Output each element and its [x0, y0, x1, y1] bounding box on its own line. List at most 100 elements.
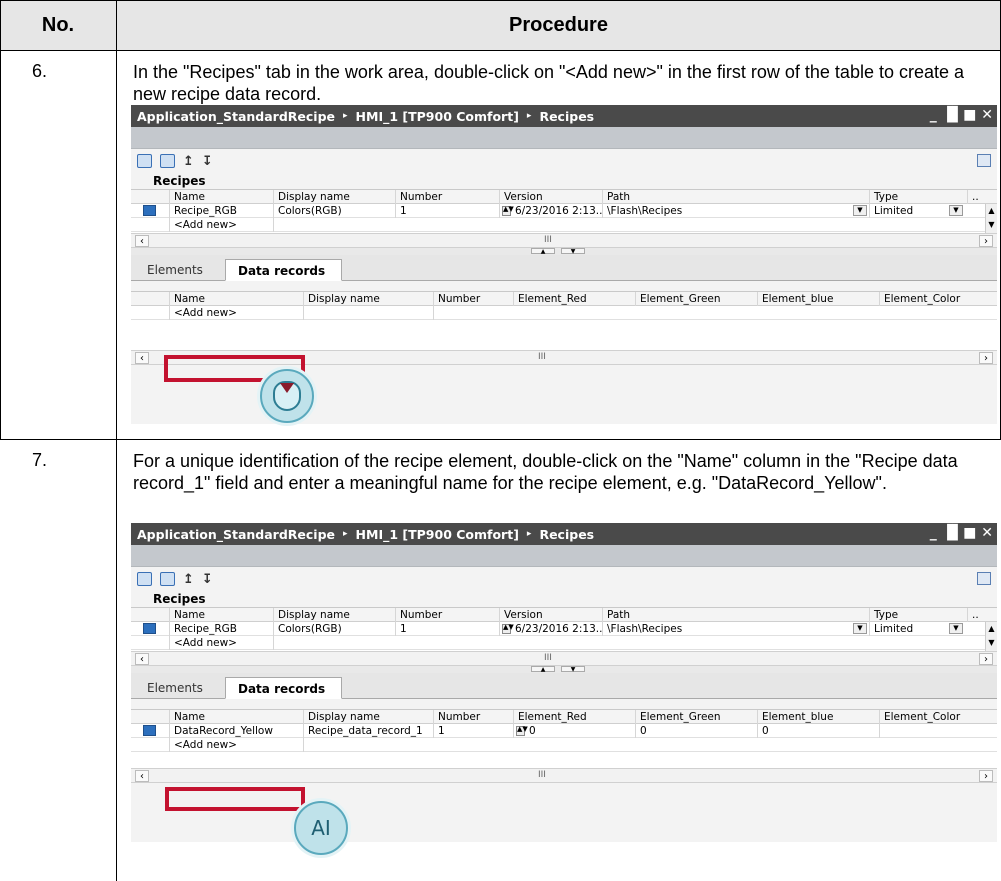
insert-row-icon[interactable]	[160, 572, 175, 586]
records-col-element-red[interactable]: Element_Red	[513, 292, 635, 306]
path-dropdown-icon[interactable]: ▼	[853, 623, 867, 634]
panel-toggle-icon[interactable]	[977, 154, 991, 167]
record-red-cell[interactable]: ▲▼0	[513, 724, 635, 738]
scroll-thumb[interactable]: III	[538, 352, 546, 362]
add-row-icon[interactable]	[137, 572, 152, 586]
tab-elements[interactable]: Elements	[135, 259, 215, 281]
scroll-left-icon[interactable]: ‹	[135, 770, 149, 782]
scroll-thumb[interactable]: III	[544, 235, 552, 245]
table-row[interactable]: Recipe_RGB Colors(RGB) 1 ▲▼6/23/2016 2:1…	[131, 622, 997, 636]
recipes-col-version[interactable]: Version	[499, 190, 602, 204]
recipes-col-name[interactable]: Name	[169, 190, 273, 204]
splitter-up-icon[interactable]: ▲	[531, 248, 555, 255]
type-dropdown-icon[interactable]: ▼	[949, 623, 963, 634]
recipe-path-cell[interactable]: \Flash\Recipes	[602, 622, 869, 636]
scroll-left-icon[interactable]: ‹	[135, 235, 149, 247]
records-add-new-cell[interactable]: <Add new>	[169, 306, 303, 320]
pane-splitter[interactable]: ▲ ▼	[131, 666, 997, 673]
tab-data-records[interactable]: Data records	[225, 677, 342, 699]
splitter-down-icon[interactable]: ▼	[561, 666, 585, 673]
scroll-right-icon[interactable]: ›	[979, 235, 993, 247]
table-row[interactable]: <Add new>	[131, 218, 997, 232]
recipes-horizontal-scrollbar[interactable]: ‹ III ›	[131, 651, 997, 666]
breadcrumb-project[interactable]: Application_StandardRecipe	[137, 109, 335, 124]
records-col-element-blue[interactable]: Element_blue	[757, 292, 879, 306]
move-up-icon[interactable]: ↥	[183, 572, 194, 587]
record-blue-cell[interactable]: 0	[757, 724, 879, 738]
table-row[interactable]: <Add new>	[131, 306, 997, 320]
records-horizontal-scrollbar[interactable]: ‹ III ›	[131, 768, 997, 783]
recipe-display-cell[interactable]: Colors(RGB)	[273, 204, 395, 218]
type-dropdown-icon[interactable]: ▼	[949, 205, 963, 216]
scroll-right-icon[interactable]: ›	[979, 352, 993, 364]
records-col-name[interactable]: Name	[169, 710, 303, 724]
recipes-col-number[interactable]: Number	[395, 190, 499, 204]
recipe-version-cell[interactable]: ▲▼6/23/2016 2:13...	[499, 622, 602, 636]
tab-data-records[interactable]: Data records	[225, 259, 342, 281]
breadcrumb-recipes[interactable]: Recipes	[539, 109, 594, 124]
recipe-version-cell[interactable]: ▲▼6/23/2016 2:13...	[499, 204, 602, 218]
records-col-element-green[interactable]: Element_Green	[635, 292, 757, 306]
records-col-display-name[interactable]: Display name	[303, 292, 433, 306]
splitter-down-icon[interactable]: ▼	[561, 248, 585, 255]
recipe-name-cell[interactable]: Recipe_RGB	[169, 622, 273, 636]
recipes-col-type[interactable]: Type	[869, 608, 967, 622]
panel-toggle-icon[interactable]	[977, 572, 991, 585]
recipes-col-name[interactable]: Name	[169, 608, 273, 622]
recipes-col-type[interactable]: Type	[869, 190, 967, 204]
records-col-name[interactable]: Name	[169, 292, 303, 306]
record-green-cell[interactable]: 0	[635, 724, 757, 738]
recipe-path-cell[interactable]: \Flash\Recipes	[602, 204, 869, 218]
pane-splitter[interactable]: ▲ ▼	[131, 248, 997, 255]
recipes-col-number[interactable]: Number	[395, 608, 499, 622]
recipes-col-display-name[interactable]: Display name	[273, 608, 395, 622]
recipes-col-version[interactable]: Version	[499, 608, 602, 622]
records-col-element-color[interactable]: Element_Color	[879, 292, 997, 306]
add-row-icon[interactable]	[137, 154, 152, 168]
records-col-element-color[interactable]: Element_Color	[879, 710, 997, 724]
recipe-number-cell[interactable]: 1	[395, 622, 499, 636]
records-col-number[interactable]: Number	[433, 292, 513, 306]
splitter-up-icon[interactable]: ▲	[531, 666, 555, 673]
scroll-left-icon[interactable]: ‹	[135, 352, 149, 364]
tab-elements[interactable]: Elements	[135, 677, 215, 699]
record-name-cell[interactable]: DataRecord_Yellow	[169, 724, 303, 738]
move-down-icon[interactable]: ↧	[202, 572, 213, 587]
records-col-element-red[interactable]: Element_Red	[513, 710, 635, 724]
recipes-col-path[interactable]: Path	[602, 608, 869, 622]
spin-icon[interactable]: ▲▼	[502, 206, 514, 216]
window-controls[interactable]: _ ▐▌■ ✕	[930, 107, 993, 123]
recipes-col-display-name[interactable]: Display name	[273, 190, 395, 204]
record-color-cell[interactable]	[879, 724, 997, 738]
record-display-cell[interactable]: Recipe_data_record_1	[303, 724, 433, 738]
table-row[interactable]: Recipe_RGB Colors(RGB) 1 ▲▼6/23/2016 2:1…	[131, 204, 997, 218]
recipes-col-more[interactable]: ..	[967, 190, 997, 204]
records-col-element-blue[interactable]: Element_blue	[757, 710, 879, 724]
records-col-element-green[interactable]: Element_Green	[635, 710, 757, 724]
path-dropdown-icon[interactable]: ▼	[853, 205, 867, 216]
scroll-right-icon[interactable]: ›	[979, 653, 993, 665]
record-number-cell[interactable]: 1	[433, 724, 513, 738]
recipe-name-cell[interactable]: Recipe_RGB	[169, 204, 273, 218]
records-col-display-name[interactable]: Display name	[303, 710, 433, 724]
scroll-left-icon[interactable]: ‹	[135, 653, 149, 665]
breadcrumb-project[interactable]: Application_StandardRecipe	[137, 527, 335, 542]
move-down-icon[interactable]: ↧	[202, 154, 213, 169]
scroll-right-icon[interactable]: ›	[979, 770, 993, 782]
scroll-thumb[interactable]: III	[544, 653, 552, 663]
scroll-thumb[interactable]: III	[538, 770, 546, 780]
breadcrumb-device[interactable]: HMI_1 [TP900 Comfort]	[356, 527, 519, 542]
recipes-add-new-cell[interactable]: <Add new>	[169, 636, 273, 650]
recipes-col-path[interactable]: Path	[602, 190, 869, 204]
breadcrumb-device[interactable]: HMI_1 [TP900 Comfort]	[356, 109, 519, 124]
table-row[interactable]: <Add new>	[131, 738, 997, 752]
breadcrumb-recipes[interactable]: Recipes	[539, 527, 594, 542]
spin-icon[interactable]: ▲▼	[502, 624, 514, 634]
recipes-vertical-scrollbar[interactable]: ▲ ▼	[985, 204, 997, 233]
table-row[interactable]: <Add new>	[131, 636, 997, 650]
recipe-display-cell[interactable]: Colors(RGB)	[273, 622, 395, 636]
move-up-icon[interactable]: ↥	[183, 154, 194, 169]
recipes-horizontal-scrollbar[interactable]: ‹ III ›	[131, 233, 997, 248]
window-controls[interactable]: _ ▐▌■ ✕	[930, 525, 993, 541]
table-row[interactable]: DataRecord_Yellow Recipe_data_record_1 1…	[131, 724, 997, 738]
